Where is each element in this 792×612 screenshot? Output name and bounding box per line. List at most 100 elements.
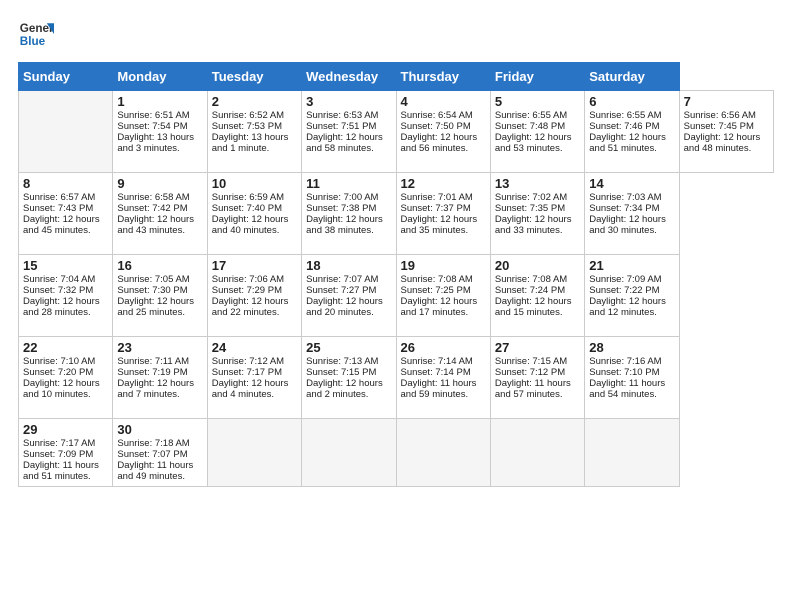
day-info: and 54 minutes. [589,389,674,400]
day-info: Sunset: 7:14 PM [401,367,486,378]
day-number: 4 [401,94,486,109]
day-info: Daylight: 13 hours [212,132,297,143]
header-day-wednesday: Wednesday [302,63,396,91]
day-info: Daylight: 12 hours [23,296,108,307]
day-number: 16 [117,258,202,273]
day-info: Sunrise: 7:18 AM [117,438,202,449]
day-info: and 49 minutes. [117,471,202,482]
day-info: and 20 minutes. [306,307,391,318]
empty-cell [19,91,113,173]
day-info: Sunset: 7:12 PM [495,367,580,378]
calendar-cell: 30Sunrise: 7:18 AMSunset: 7:07 PMDayligh… [113,419,207,487]
day-info: Sunrise: 6:51 AM [117,110,202,121]
calendar-cell: 26Sunrise: 7:14 AMSunset: 7:14 PMDayligh… [396,337,490,419]
day-info: Sunset: 7:37 PM [401,203,486,214]
calendar-cell: 29Sunrise: 7:17 AMSunset: 7:09 PMDayligh… [19,419,113,487]
calendar-cell: 9Sunrise: 6:58 AMSunset: 7:42 PMDaylight… [113,173,207,255]
day-info: Daylight: 12 hours [306,132,391,143]
calendar-cell: 1Sunrise: 6:51 AMSunset: 7:54 PMDaylight… [113,91,207,173]
day-info: Sunset: 7:19 PM [117,367,202,378]
day-info: Sunset: 7:35 PM [495,203,580,214]
calendar-week-4: 29Sunrise: 7:17 AMSunset: 7:09 PMDayligh… [19,419,774,487]
calendar-cell: 27Sunrise: 7:15 AMSunset: 7:12 PMDayligh… [490,337,584,419]
day-info: Sunrise: 6:55 AM [589,110,674,121]
day-info: Sunrise: 6:52 AM [212,110,297,121]
calendar-cell: 19Sunrise: 7:08 AMSunset: 7:25 PMDayligh… [396,255,490,337]
calendar-page: General Blue SundayMondayTuesdayWednesda… [0,0,792,497]
day-info: Sunset: 7:43 PM [23,203,108,214]
calendar-body: 1Sunrise: 6:51 AMSunset: 7:54 PMDaylight… [19,91,774,487]
day-info: Sunset: 7:50 PM [401,121,486,132]
day-number: 23 [117,340,202,355]
calendar-cell: 15Sunrise: 7:04 AMSunset: 7:32 PMDayligh… [19,255,113,337]
svg-text:Blue: Blue [20,35,46,48]
day-info: and 48 minutes. [684,143,769,154]
day-info: Sunset: 7:34 PM [589,203,674,214]
day-info: Daylight: 12 hours [589,296,674,307]
day-info: and 33 minutes. [495,225,580,236]
day-info: Daylight: 12 hours [306,378,391,389]
day-info: Sunset: 7:24 PM [495,285,580,296]
day-number: 21 [589,258,674,273]
day-info: Sunrise: 7:05 AM [117,274,202,285]
day-info: Daylight: 12 hours [212,378,297,389]
day-number: 19 [401,258,486,273]
day-number: 17 [212,258,297,273]
calendar-cell: 23Sunrise: 7:11 AMSunset: 7:19 PMDayligh… [113,337,207,419]
day-number: 25 [306,340,391,355]
day-number: 15 [23,258,108,273]
calendar-week-0: 1Sunrise: 6:51 AMSunset: 7:54 PMDaylight… [19,91,774,173]
day-info: Sunset: 7:42 PM [117,203,202,214]
day-info: Daylight: 12 hours [306,214,391,225]
day-number: 20 [495,258,580,273]
day-info: Daylight: 12 hours [401,296,486,307]
header-day-monday: Monday [113,63,207,91]
day-info: Sunrise: 7:11 AM [117,356,202,367]
day-info: and 45 minutes. [23,225,108,236]
day-info: Sunset: 7:15 PM [306,367,391,378]
day-info: Sunrise: 7:08 AM [401,274,486,285]
day-info: Sunrise: 7:09 AM [589,274,674,285]
day-number: 3 [306,94,391,109]
calendar-cell: 10Sunrise: 6:59 AMSunset: 7:40 PMDayligh… [207,173,301,255]
day-info: Daylight: 12 hours [212,214,297,225]
day-number: 26 [401,340,486,355]
calendar-cell: 3Sunrise: 6:53 AMSunset: 7:51 PMDaylight… [302,91,396,173]
day-number: 12 [401,176,486,191]
calendar-cell: 11Sunrise: 7:00 AMSunset: 7:38 PMDayligh… [302,173,396,255]
day-info: Sunrise: 7:01 AM [401,192,486,203]
calendar-cell: 7Sunrise: 6:56 AMSunset: 7:45 PMDaylight… [679,91,773,173]
day-info: and 22 minutes. [212,307,297,318]
day-number: 11 [306,176,391,191]
day-info: and 25 minutes. [117,307,202,318]
day-info: Sunset: 7:53 PM [212,121,297,132]
day-info: Sunset: 7:48 PM [495,121,580,132]
day-info: Sunrise: 7:17 AM [23,438,108,449]
header: General Blue [18,16,774,52]
calendar-cell: 8Sunrise: 6:57 AMSunset: 7:43 PMDaylight… [19,173,113,255]
day-info: Daylight: 11 hours [23,460,108,471]
day-info: Daylight: 12 hours [117,296,202,307]
calendar-cell: 25Sunrise: 7:13 AMSunset: 7:15 PMDayligh… [302,337,396,419]
day-info: and 7 minutes. [117,389,202,400]
day-info: Sunrise: 7:06 AM [212,274,297,285]
day-info: Sunrise: 6:53 AM [306,110,391,121]
day-info: Sunrise: 6:58 AM [117,192,202,203]
day-info: Sunrise: 7:12 AM [212,356,297,367]
day-info: Sunrise: 7:15 AM [495,356,580,367]
day-info: Daylight: 12 hours [117,378,202,389]
day-info: and 28 minutes. [23,307,108,318]
day-info: Sunrise: 6:59 AM [212,192,297,203]
calendar-cell: 21Sunrise: 7:09 AMSunset: 7:22 PMDayligh… [585,255,679,337]
calendar-cell: 2Sunrise: 6:52 AMSunset: 7:53 PMDaylight… [207,91,301,173]
day-info: Sunset: 7:54 PM [117,121,202,132]
calendar-cell: 13Sunrise: 7:02 AMSunset: 7:35 PMDayligh… [490,173,584,255]
day-info: Sunset: 7:38 PM [306,203,391,214]
day-info: Sunrise: 7:03 AM [589,192,674,203]
calendar-header: SundayMondayTuesdayWednesdayThursdayFrid… [19,63,774,91]
day-info: and 12 minutes. [589,307,674,318]
day-info: and 59 minutes. [401,389,486,400]
day-info: Sunset: 7:27 PM [306,285,391,296]
calendar-cell: 5Sunrise: 6:55 AMSunset: 7:48 PMDaylight… [490,91,584,173]
calendar-table: SundayMondayTuesdayWednesdayThursdayFrid… [18,62,774,487]
